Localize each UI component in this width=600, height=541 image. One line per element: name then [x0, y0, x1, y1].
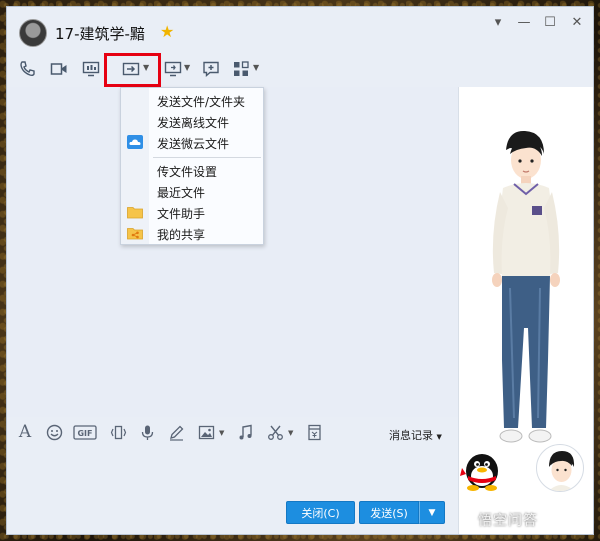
menu-item-recent-files[interactable]: 最近文件: [121, 181, 263, 202]
watermark-text: 悟空问答: [478, 513, 538, 529]
qq-penguin-logo: [460, 454, 498, 491]
menu-item-label: 发送离线文件: [157, 116, 230, 130]
video-icon[interactable]: [47, 57, 71, 81]
emoji-icon[interactable]: [44, 421, 64, 443]
title-bar: 17-建筑学-黯 ★ ▾ — ☐ ✕: [7, 7, 593, 55]
send-button[interactable]: 发送(S): [359, 501, 419, 524]
contact-name: 17-建筑学-黯: [55, 25, 145, 43]
input-toolbar: A GIF ▼ ▼ 消息记录 ▼: [7, 421, 458, 447]
handwrite-icon[interactable]: [166, 421, 186, 443]
screen-share-icon[interactable]: [79, 57, 103, 81]
screenshot-scissors-icon[interactable]: [265, 421, 285, 443]
message-history-link[interactable]: 消息记录 ▼: [389, 427, 442, 443]
dropdown-icon[interactable]: ▾: [489, 15, 507, 30]
svg-text:GIF: GIF: [77, 429, 92, 438]
close-window-button[interactable]: ✕: [568, 15, 586, 30]
menu-item-label: 最近文件: [157, 186, 206, 200]
feedback-icon[interactable]: [199, 57, 223, 81]
menu-item-send-file-folder[interactable]: 发送文件/文件夹: [121, 90, 263, 111]
weiyun-cloud-icon: [127, 135, 143, 149]
menu-item-file-settings[interactable]: 传文件设置: [121, 160, 263, 181]
screenshot-dropdown-icon[interactable]: ▼: [288, 429, 293, 437]
voice-icon[interactable]: [137, 421, 157, 443]
close-button[interactable]: 关闭(C): [286, 501, 355, 524]
star-icon[interactable]: ★: [160, 22, 174, 41]
chevron-down-icon: ▼: [436, 433, 442, 441]
menu-item-label: 发送文件/文件夹: [157, 95, 246, 109]
message-history-label: 消息记录: [389, 429, 433, 442]
file-transfer-menu: 发送文件/文件夹 发送离线文件 发送微云文件 传文件设置 最近文件 文件助手 我…: [120, 87, 264, 245]
menu-item-label: 传文件设置: [157, 165, 218, 179]
menu-item-label: 文件助手: [157, 207, 206, 221]
menu-item-label: 发送微云文件: [157, 137, 230, 151]
menu-item-send-weiyun-file[interactable]: 发送微云文件: [121, 132, 263, 153]
menu-item-my-share[interactable]: 我的共享: [121, 223, 263, 244]
menu-separator: [153, 157, 261, 158]
image-dropdown-icon[interactable]: ▼: [219, 429, 224, 437]
remote-desktop-dropdown-icon[interactable]: ▼: [184, 63, 190, 72]
apps-dropdown-icon[interactable]: ▼: [253, 63, 259, 72]
remote-desktop-icon[interactable]: [161, 57, 185, 81]
folder-icon: [127, 205, 143, 219]
image-icon[interactable]: [196, 421, 216, 443]
red-packet-icon[interactable]: [304, 421, 324, 443]
self-avatar[interactable]: [536, 444, 584, 492]
qq-show-character: [492, 130, 560, 443]
vibrate-icon[interactable]: [108, 421, 128, 443]
maximize-button[interactable]: ☐: [541, 15, 559, 30]
send-options-dropdown[interactable]: ▼: [419, 501, 445, 524]
apps-icon[interactable]: [229, 57, 253, 81]
menu-item-file-assistant[interactable]: 文件助手: [121, 202, 263, 223]
shared-folder-icon: [127, 226, 143, 240]
gif-icon[interactable]: GIF: [72, 421, 98, 443]
music-icon[interactable]: [235, 421, 255, 443]
phone-icon[interactable]: [15, 57, 39, 81]
red-highlight-box: [104, 53, 161, 87]
minimize-button[interactable]: —: [515, 15, 533, 30]
menu-item-send-offline-file[interactable]: 发送离线文件: [121, 111, 263, 132]
contact-avatar[interactable]: [19, 19, 47, 47]
font-icon[interactable]: A: [15, 421, 35, 443]
menu-item-label: 我的共享: [157, 228, 206, 242]
